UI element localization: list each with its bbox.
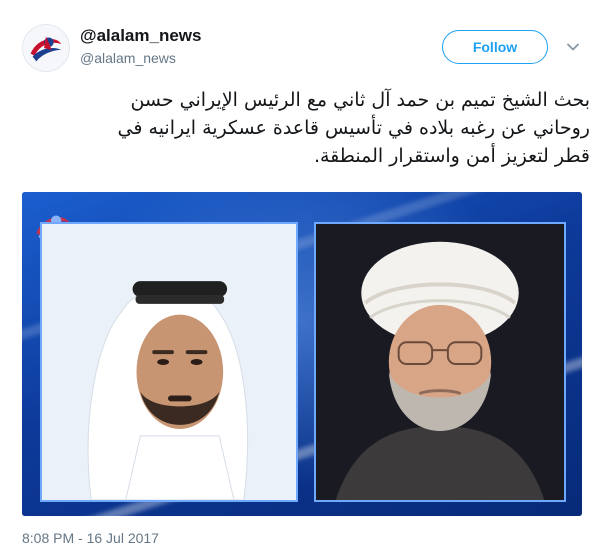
avatar[interactable] xyxy=(22,24,70,72)
tweet-image[interactable] xyxy=(22,192,582,516)
tweet-text-line: بحث الشيخ تميم بن حمد آل ثاني مع الرئيس … xyxy=(130,89,590,111)
chevron-down-icon xyxy=(567,43,579,51)
portrait-right xyxy=(314,222,566,502)
tweet-text-line: روحاني عن رغبه بلاده في تأسيس قاعدة عسكر… xyxy=(117,117,590,139)
portrait-left xyxy=(40,222,298,502)
tweet-text: بحث الشيخ تميم بن حمد آل ثاني مع الرئيس … xyxy=(20,86,592,170)
tweet-text-line: قطر لتعزيز أمن واستقرار المنطقة. xyxy=(313,145,590,167)
tweet-timestamp[interactable]: 8:08 PM - 16 Jul 2017 xyxy=(22,530,159,546)
more-options-button[interactable] xyxy=(566,40,580,54)
display-name[interactable]: @alalam_news xyxy=(80,26,201,46)
tweet-card: @alalam_news @alalam_news Follow بحث الش… xyxy=(0,0,612,560)
alalam-logo-icon xyxy=(23,25,69,71)
follow-button[interactable]: Follow xyxy=(442,30,548,64)
user-handle[interactable]: @alalam_news xyxy=(80,50,176,66)
